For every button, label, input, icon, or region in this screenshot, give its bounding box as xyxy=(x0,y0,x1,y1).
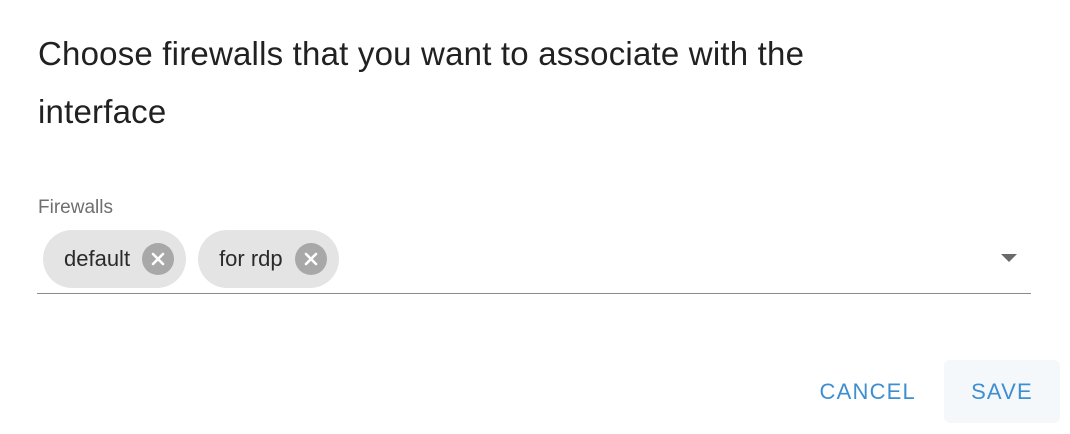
chip-for-rdp: for rdp xyxy=(198,230,339,288)
caret-down-icon[interactable] xyxy=(1001,254,1017,262)
chip-default: default xyxy=(43,230,187,288)
firewalls-field-label: Firewalls xyxy=(38,197,113,218)
chip-label: default xyxy=(64,246,131,271)
close-circle-icon[interactable] xyxy=(294,243,327,275)
cancel-button[interactable]: CANCEL xyxy=(794,360,942,423)
dialog-title: Choose firewalls that you want to associ… xyxy=(38,35,805,130)
selected-chips: default for rdp xyxy=(43,230,339,288)
firewalls-select[interactable]: default for rdp xyxy=(37,229,1031,294)
firewalls-select-field: Firewalls default for rdp xyxy=(37,196,1031,295)
associate-firewalls-dialog: Choose firewalls that you want to associ… xyxy=(0,0,1070,434)
chip-label: for rdp xyxy=(219,246,283,271)
save-button[interactable]: SAVE xyxy=(944,360,1060,423)
dialog-actions: CANCEL SAVE xyxy=(794,360,1060,423)
close-circle-icon[interactable] xyxy=(142,243,175,275)
